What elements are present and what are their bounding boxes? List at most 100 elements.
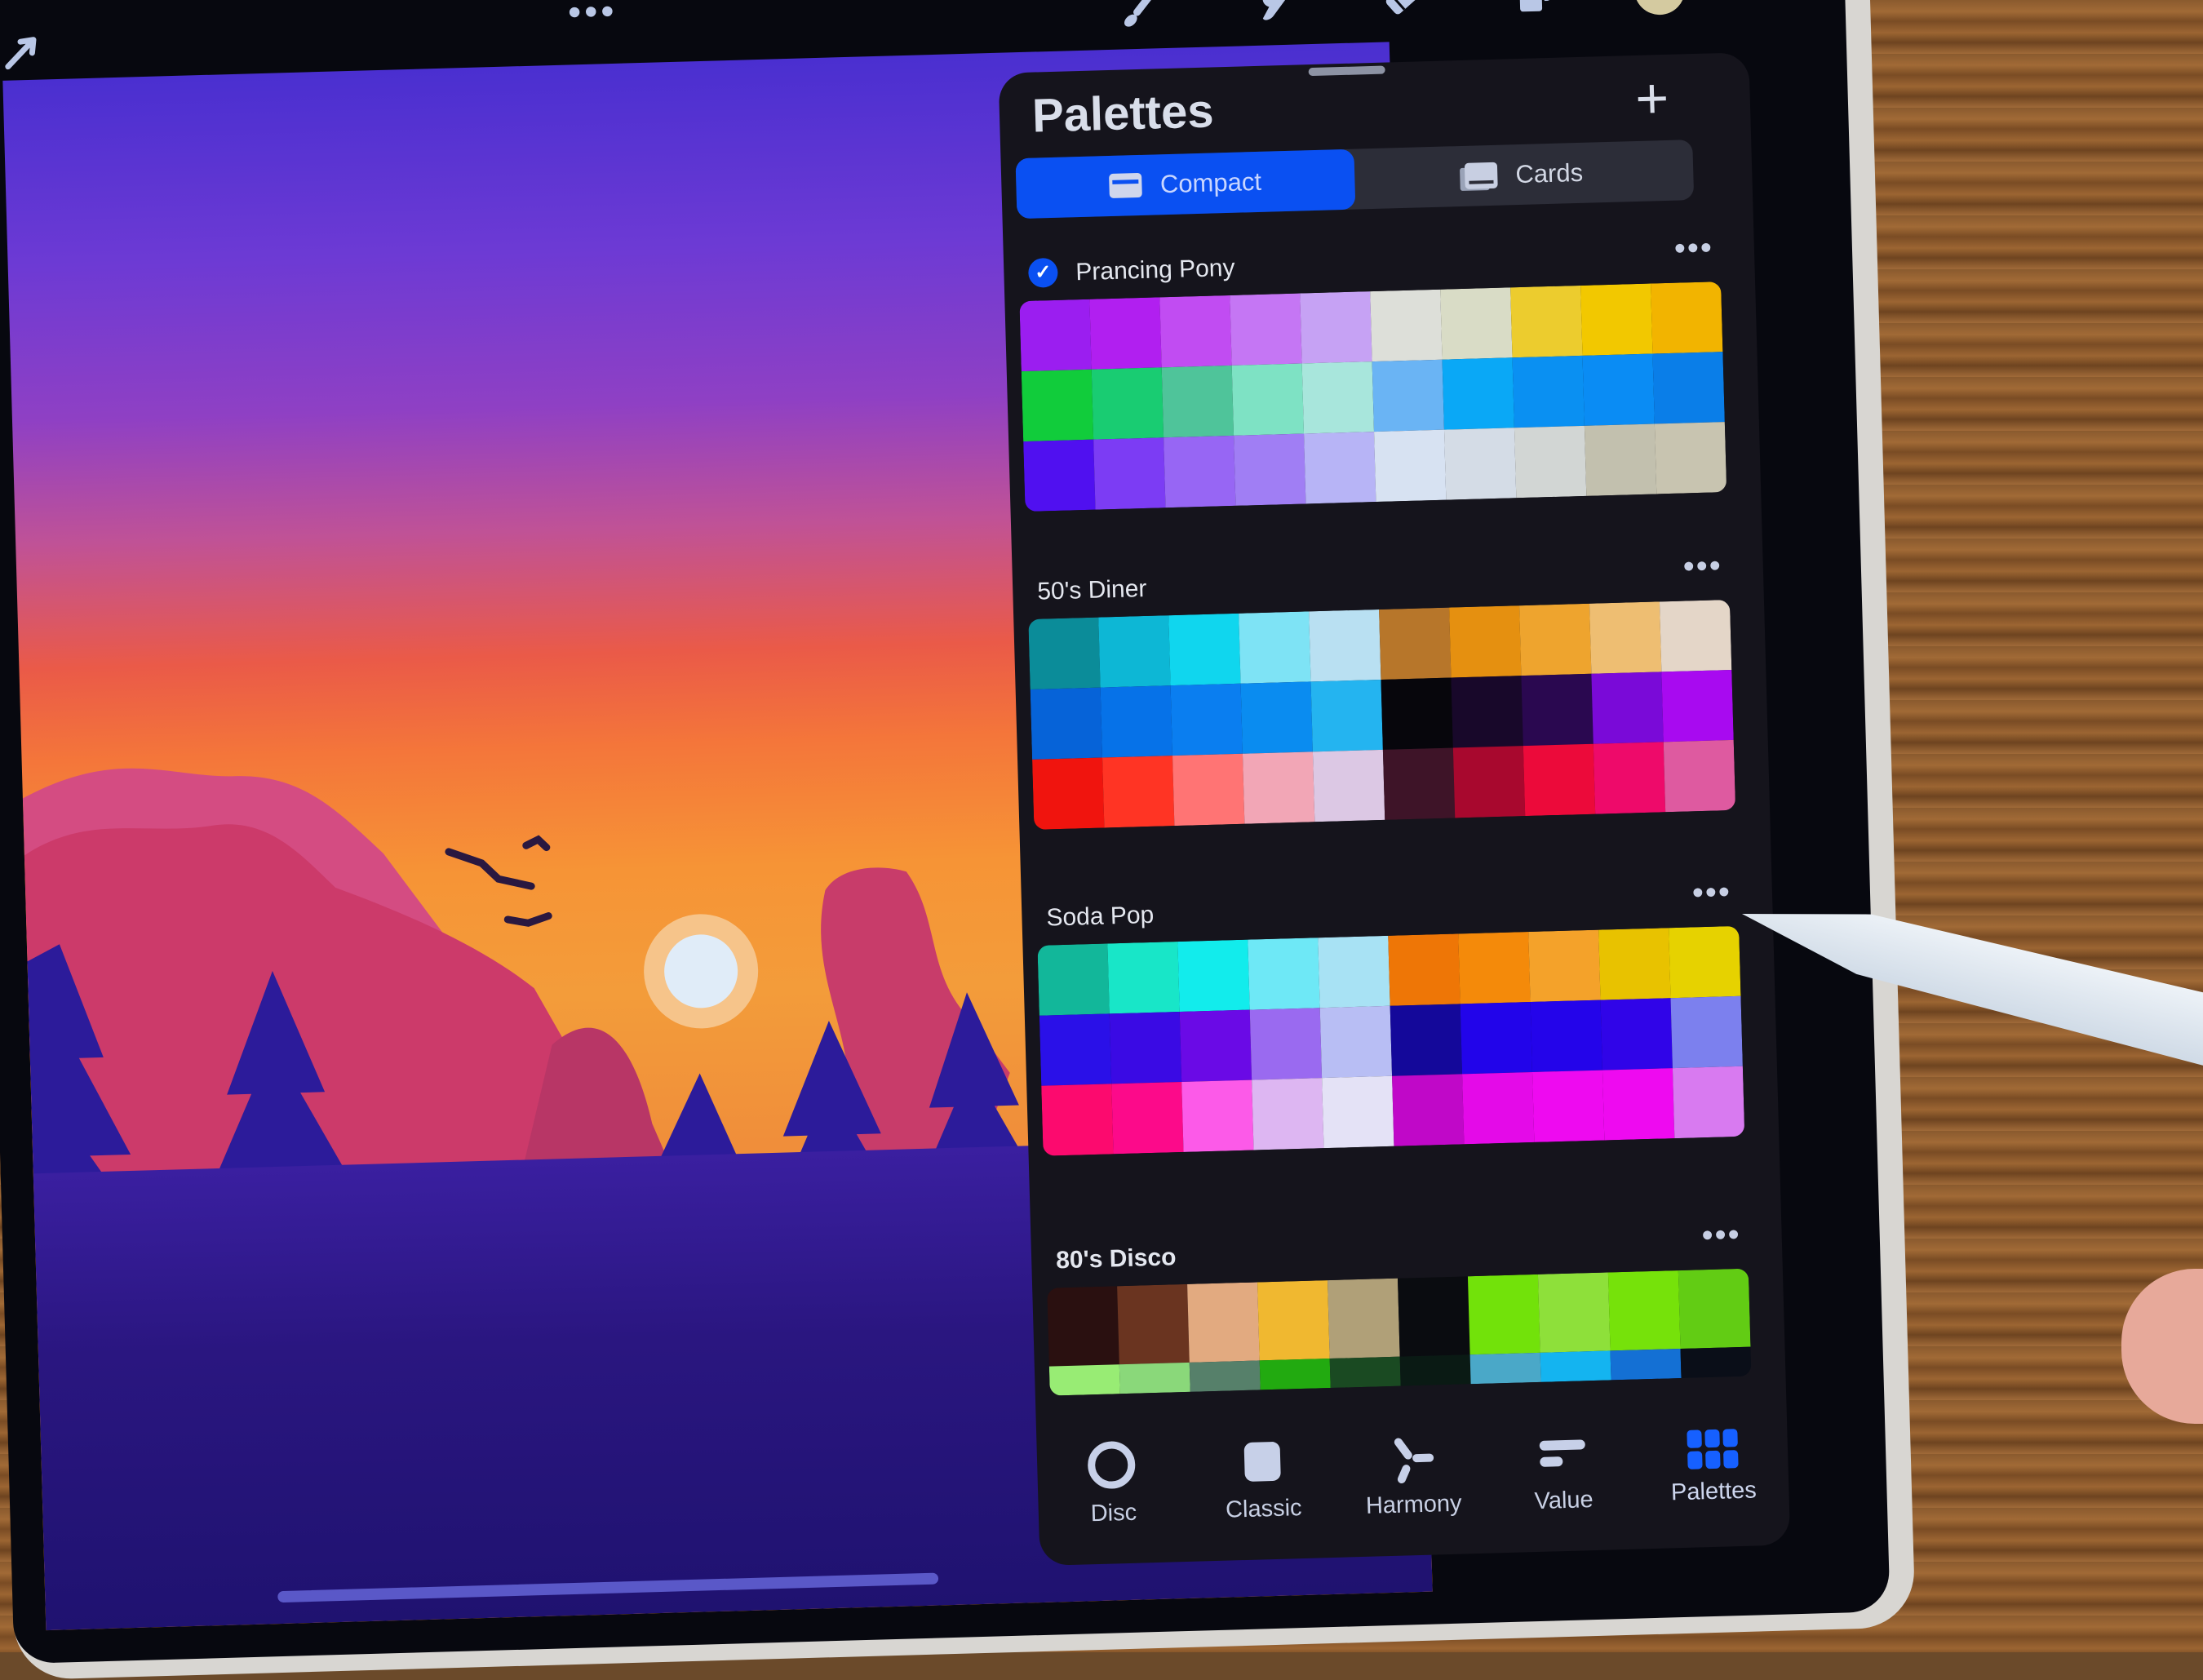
color-swatch[interactable] [1177,939,1250,1013]
color-swatch[interactable] [1399,1354,1471,1386]
color-swatch[interactable] [1048,1364,1120,1396]
eraser-tool-button[interactable] [1371,0,1438,26]
palette-more-button[interactable]: ••• [1701,1217,1741,1253]
color-swatch[interactable] [1582,353,1655,426]
color-swatch[interactable] [1328,1278,1400,1359]
color-swatch[interactable] [1310,679,1383,752]
color-swatch[interactable] [1602,1068,1675,1141]
color-swatch[interactable] [1189,1360,1261,1392]
color-swatch[interactable] [1117,1283,1190,1365]
color-swatch[interactable] [1610,1349,1682,1381]
color-swatch[interactable] [1381,677,1453,750]
panel-drag-handle[interactable] [1308,65,1385,77]
color-swatch[interactable] [1309,609,1381,682]
color-swatch[interactable] [1028,617,1101,689]
color-swatch[interactable] [1382,747,1456,820]
color-swatch[interactable] [1521,673,1594,747]
color-swatch[interactable] [1301,361,1375,434]
tab-harmony[interactable]: Harmony [1350,1431,1475,1520]
color-swatch[interactable] [1374,429,1447,503]
color-swatch[interactable] [1019,299,1092,372]
color-swatch[interactable] [1230,293,1302,366]
color-swatch[interactable] [1593,742,1666,814]
color-swatch[interactable] [1304,432,1376,504]
color-swatch[interactable] [1372,359,1444,432]
color-swatch[interactable] [1098,615,1171,688]
color-swatch[interactable] [1462,1071,1535,1145]
color-swatch[interactable] [1519,603,1592,676]
color-swatch[interactable] [1030,687,1103,760]
color-swatch[interactable] [1252,1078,1324,1150]
tab-value[interactable]: Value [1500,1427,1625,1516]
add-palette-button[interactable]: + [1623,66,1682,131]
palette-50s-diner[interactable]: 50's Diner ••• [1020,543,1745,830]
color-swatch[interactable] [1598,928,1671,1000]
color-swatch[interactable] [1181,1079,1254,1152]
color-swatch[interactable] [1379,607,1452,680]
color-swatch[interactable] [1312,749,1385,822]
color-swatch[interactable] [1678,1268,1751,1350]
brush-tool-button[interactable] [1110,0,1177,33]
color-swatch[interactable] [1600,998,1673,1071]
color-swatch[interactable] [1102,756,1175,828]
color-swatch[interactable] [1257,1280,1330,1361]
color-swatch[interactable] [1170,683,1243,756]
smudge-tool-button[interactable] [1240,0,1307,29]
color-swatch[interactable] [1528,929,1601,1003]
tab-disc[interactable]: Disc [1050,1439,1175,1528]
palette-80s-disco[interactable]: 80's Disco ••• [1039,1211,1761,1396]
color-swatch[interactable] [1023,439,1096,512]
color-swatch[interactable] [1161,365,1234,438]
color-swatch[interactable] [1530,1000,1602,1072]
color-swatch[interactable] [1032,757,1105,830]
color-swatch[interactable] [1392,1074,1465,1146]
color-swatch[interactable] [1469,1352,1541,1385]
color-swatch[interactable] [1651,281,1723,354]
color-swatch[interactable] [1037,943,1110,1016]
tab-palettes[interactable]: Palettes [1651,1423,1775,1507]
color-swatch[interactable] [1091,367,1164,440]
color-swatch[interactable] [1329,1356,1401,1389]
color-swatch[interactable] [1239,611,1311,684]
color-swatch[interactable] [1322,1075,1394,1149]
color-swatch[interactable] [1234,433,1306,506]
segment-compact[interactable]: Compact [1015,148,1356,219]
color-swatch[interactable] [1047,1286,1119,1367]
color-swatch[interactable] [1179,1009,1252,1082]
palette-prancing-pony[interactable]: ✓ Prancing Pony ••• [1011,224,1736,512]
default-palette-check-icon[interactable]: ✓ [1027,257,1058,288]
color-swatch[interactable] [1109,1012,1182,1084]
color-swatch[interactable] [1514,425,1587,499]
color-swatch-button[interactable] [1632,0,1687,17]
color-swatch[interactable] [1531,1070,1605,1142]
color-swatch[interactable] [1242,751,1315,824]
color-swatch[interactable] [1510,285,1583,358]
color-swatch[interactable] [1460,1002,1532,1075]
color-swatch[interactable] [1259,1359,1331,1390]
color-swatch[interactable] [1537,1272,1611,1353]
color-swatch[interactable] [1100,685,1172,758]
palette-soda-pop[interactable]: Soda Pop ••• [1029,869,1754,1156]
color-swatch[interactable] [1591,672,1664,744]
color-swatch[interactable] [1249,1008,1323,1080]
color-swatch[interactable] [1467,1274,1540,1355]
color-swatch[interactable] [1580,283,1653,356]
color-swatch[interactable] [1458,932,1531,1004]
color-swatch[interactable] [1187,1282,1260,1363]
color-swatch[interactable] [1168,613,1241,686]
color-swatch[interactable] [1248,938,1320,1010]
color-swatch[interactable] [1452,746,1526,818]
color-swatch[interactable] [1652,352,1725,424]
color-swatch[interactable] [1240,681,1313,754]
tab-classic[interactable]: Classic [1200,1435,1325,1524]
color-swatch[interactable] [1164,435,1236,508]
color-swatch[interactable] [1442,357,1514,430]
color-swatch[interactable] [1607,1270,1681,1351]
color-swatch[interactable] [1107,942,1180,1014]
palette-more-button[interactable]: ••• [1691,874,1731,911]
color-swatch[interactable] [1512,355,1585,428]
color-swatch[interactable] [1318,935,1390,1008]
color-swatch[interactable] [1672,1066,1745,1139]
color-swatch[interactable] [1039,1013,1112,1086]
color-swatch[interactable] [1540,1350,1611,1382]
